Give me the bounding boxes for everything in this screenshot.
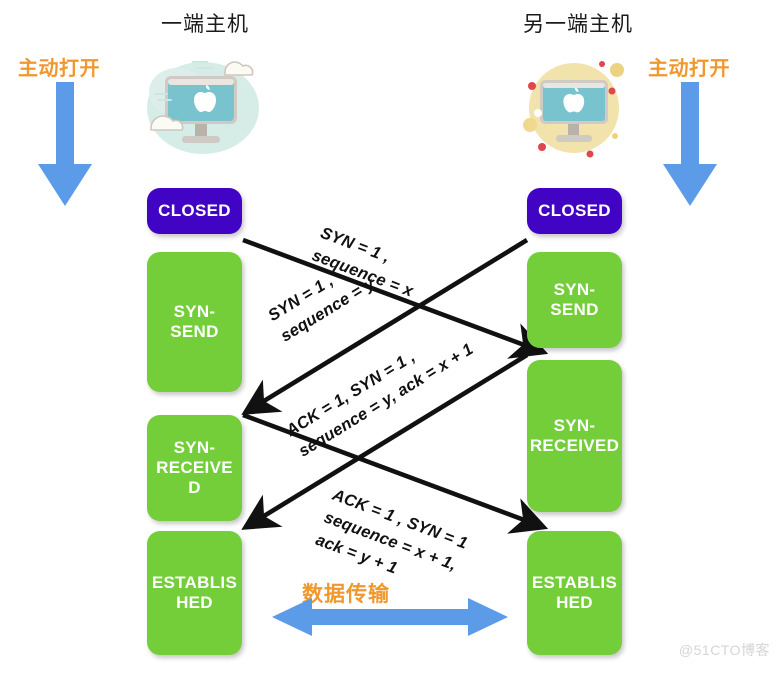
- watermark: @51CTO博客: [678, 642, 770, 658]
- state-box-left-syn-received[interactable]: SYN- RECEIVE D: [147, 415, 242, 521]
- state-label: SYN-RECEIVED: [156, 437, 233, 498]
- state-box-right-established[interactable]: ESTABLIS HED: [527, 531, 622, 655]
- tcp-handshake-diagram: 一端主机 另一端主机 主动打开 主动打开 SYN = 1 , sequence …: [0, 0, 784, 674]
- state-label: SYN-RECEIVED: [529, 415, 620, 455]
- state-box-right-syn-received[interactable]: SYN- RECEIVED: [527, 360, 622, 512]
- state-box-right-syn-send[interactable]: SYN- SEND: [527, 252, 622, 348]
- state-box-left-syn-send[interactable]: SYN- SEND: [147, 252, 242, 392]
- state-label: CLOSED: [158, 200, 231, 220]
- state-box-left-closed[interactable]: CLOSED: [147, 188, 242, 234]
- state-box-left-established[interactable]: ESTABLIS HED: [147, 531, 242, 655]
- state-label: ESTABLIS HED: [531, 572, 618, 612]
- state-label: ESTABLIS HED: [151, 572, 238, 612]
- state-label: SYN- SEND: [550, 279, 599, 319]
- state-box-right-closed[interactable]: CLOSED: [527, 188, 622, 234]
- state-label: SYN- SEND: [170, 301, 219, 341]
- state-label: CLOSED: [538, 200, 611, 220]
- double-headed-arrow-icon: [272, 598, 508, 636]
